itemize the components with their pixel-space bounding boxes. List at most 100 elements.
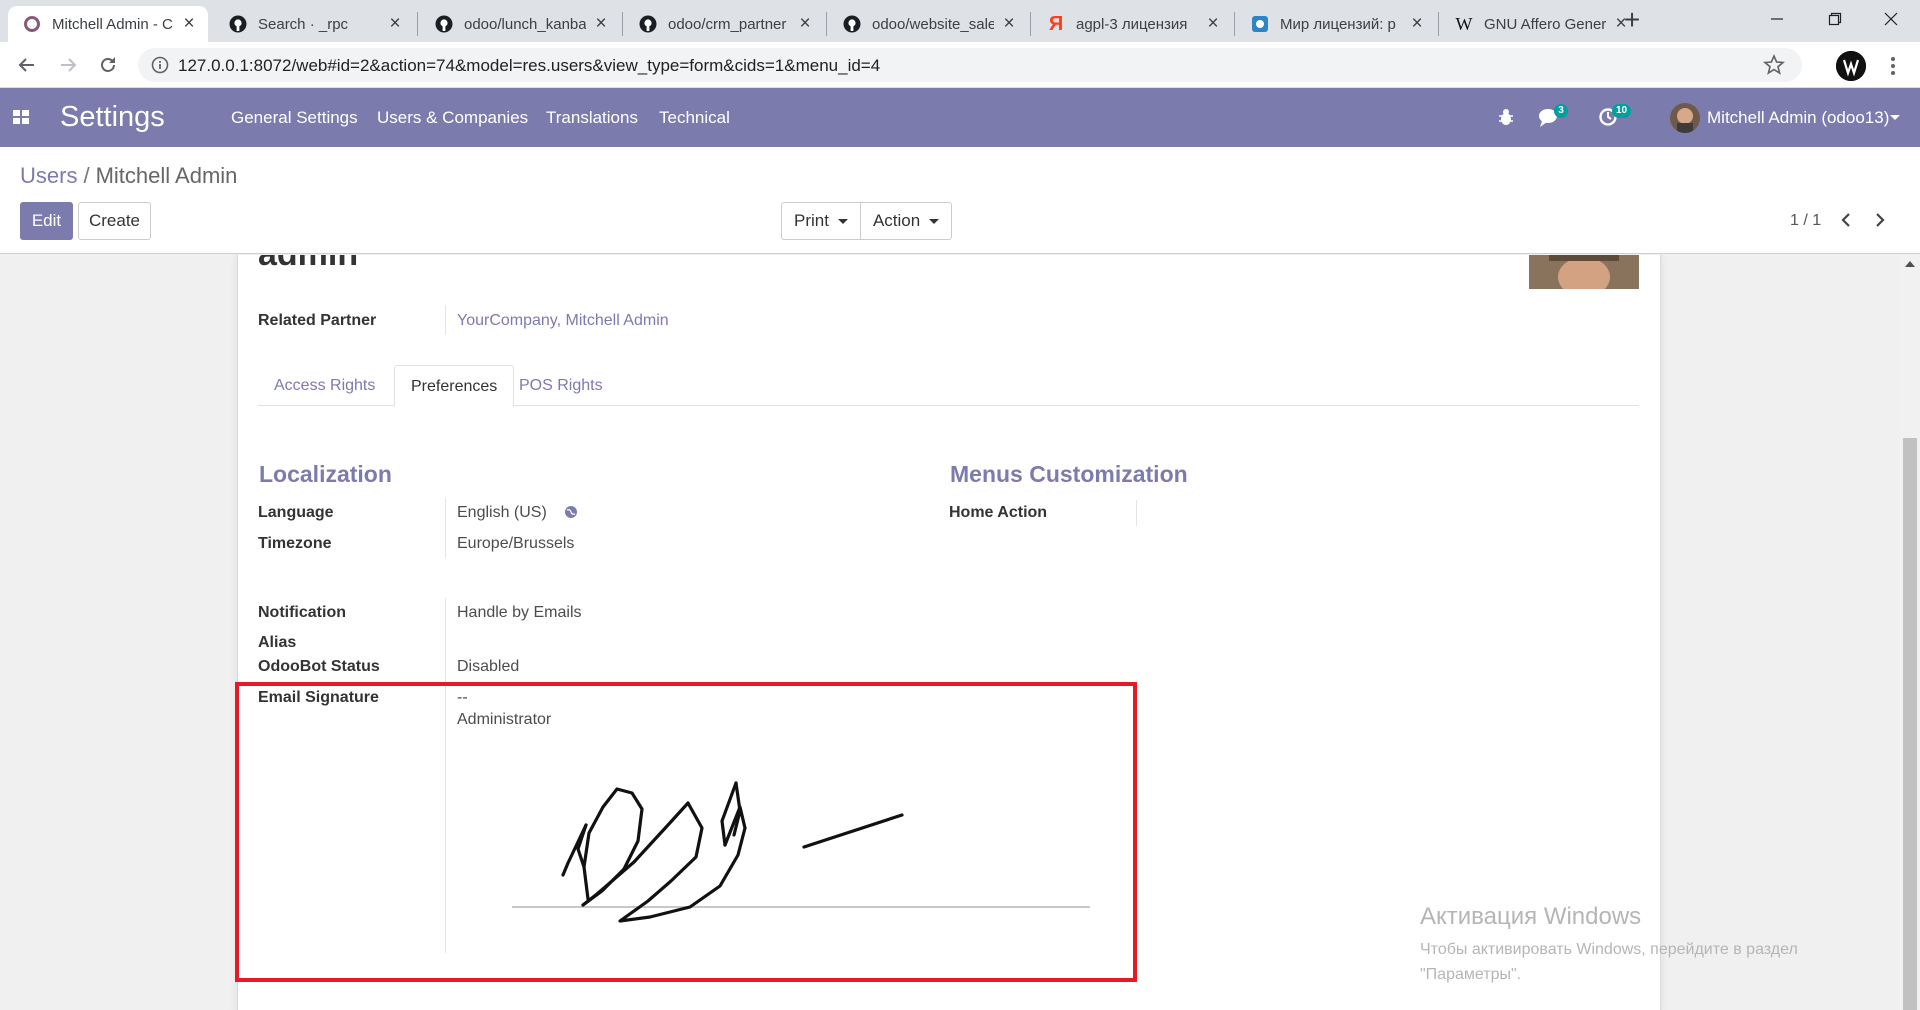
bookmark-star-icon[interactable] (1762, 53, 1786, 77)
localization-heading: Localization (259, 461, 392, 487)
globe-icon[interactable] (564, 505, 578, 519)
address-bar[interactable]: 127.0.0.1:8072/web#id=2&action=74&model=… (138, 48, 1802, 82)
site-icon (1250, 14, 1270, 34)
github-icon (842, 14, 862, 34)
github-icon (228, 14, 248, 34)
arrow-right-icon (61, 58, 77, 72)
browser-tab-gnu-affero[interactable]: W GNU Affero Gener × (1440, 6, 1640, 42)
browser-menu-button[interactable] (1883, 51, 1903, 81)
action-dropdown[interactable]: Action (859, 203, 951, 239)
info-icon[interactable] (150, 55, 170, 75)
browser-tab-agpl-yandex[interactable]: Я agpl-3 лицензия × (1032, 6, 1232, 42)
arrow-left-icon (18, 58, 34, 72)
caret-down-icon (929, 218, 940, 224)
field-divider (445, 498, 446, 558)
browser-tab-github-search[interactable]: Search · _rpc × (214, 6, 414, 42)
new-tab-button[interactable]: + (1617, 6, 1647, 36)
menu-translations[interactable]: Translations (546, 108, 638, 128)
timezone-value: Europe/Brussels (457, 535, 575, 552)
vertical-scrollbar[interactable] (1900, 255, 1920, 1010)
print-dropdown[interactable]: Print (782, 203, 860, 239)
odoo-main-navbar: Settings General Settings Users & Compan… (0, 88, 1920, 147)
language-label: Language (258, 504, 334, 521)
related-partner-link[interactable]: YourCompany, Mitchell Admin (457, 312, 669, 330)
profile-avatar[interactable] (1836, 51, 1866, 81)
user-avatar[interactable] (1670, 103, 1700, 133)
wikipedia-icon: W (1455, 13, 1473, 34)
activities-count-badge: 10 (1612, 104, 1632, 118)
browser-tab-title: Search · _rpc (258, 15, 349, 33)
tab-divider (1030, 12, 1031, 36)
menu-users-companies[interactable]: Users & Companies (377, 108, 528, 128)
browser-tab-lunch-kanban[interactable]: odoo/lunch_kanba × (420, 6, 620, 42)
back-button[interactable] (12, 50, 42, 80)
menus-customization-heading: Menus Customization (950, 461, 1188, 487)
debug-bug-icon[interactable] (1497, 105, 1515, 129)
chevron-right-icon[interactable] (1870, 209, 1890, 231)
github-icon (434, 14, 454, 34)
tab-pos-rights[interactable]: POS Rights (503, 365, 619, 406)
browser-tab-odoo[interactable]: Mitchell Admin - C × (8, 6, 208, 42)
breadcrumb: Users / Mitchell Admin (20, 163, 237, 189)
edit-button[interactable]: Edit (20, 202, 73, 240)
user-photo-image (1529, 255, 1639, 289)
apps-grid-icon[interactable] (12, 108, 30, 126)
browser-tab-title: agpl-3 лицензия (1076, 15, 1188, 33)
close-icon[interactable]: × (1408, 14, 1426, 33)
language-value: English (US) (457, 504, 547, 521)
control-panel: Users / Mitchell Admin Edit Create Print A… (0, 147, 1920, 254)
close-icon[interactable]: × (592, 14, 610, 33)
windows-activation-text: Чтобы активировать Windows, перейдите в … (1420, 937, 1798, 987)
browser-toolbar: 127.0.0.1:8072/web#id=2&action=74&model=… (0, 42, 1920, 88)
messages-count-badge: 3 (1554, 104, 1568, 118)
close-icon[interactable]: × (386, 14, 404, 33)
tab-divider (622, 12, 623, 36)
breadcrumb-current: Mitchell Admin (95, 163, 238, 188)
tab-access-rights[interactable]: Access Rights (258, 365, 391, 406)
pager-value[interactable]: 1 / 1 (1790, 212, 1821, 230)
browser-tab-strip: Mitchell Admin - C × Search · _rpc × odo… (0, 0, 1920, 42)
close-icon[interactable]: × (180, 14, 198, 33)
restore-icon (1828, 12, 1842, 26)
minimize-button[interactable] (1748, 0, 1806, 38)
yandex-icon: Я (1048, 12, 1064, 35)
windows-activation-title: Активация Windows (1420, 903, 1642, 930)
tab-divider (826, 12, 827, 36)
close-window-button[interactable] (1862, 0, 1920, 38)
alias-label: Alias (258, 634, 297, 651)
browser-tab-licenses[interactable]: Мир лицензий: р × (1236, 6, 1436, 42)
browser-tab-crm-partner[interactable]: odoo/crm_partner × (624, 6, 824, 42)
odoo-icon (22, 14, 42, 34)
scroll-up-arrow-icon[interactable] (1905, 261, 1915, 267)
odoobot-status-label: OdooBot Status (258, 658, 380, 675)
tab-preferences[interactable]: Preferences (394, 365, 515, 407)
user-menu[interactable]: Mitchell Admin (odoo13) (1707, 108, 1889, 128)
user-photo[interactable] (1529, 255, 1639, 289)
user-login-title: admin (258, 255, 358, 274)
forward-button[interactable] (53, 50, 83, 80)
url-text[interactable]: 127.0.0.1:8072/web#id=2&action=74&model=… (178, 56, 880, 76)
app-title[interactable]: Settings (60, 101, 165, 134)
close-icon[interactable]: × (1000, 14, 1018, 33)
tab-divider (1234, 12, 1235, 36)
field-divider (1136, 500, 1137, 526)
restore-button[interactable] (1806, 0, 1864, 38)
windows-activation-line-1: Чтобы активировать Windows, перейдите в … (1420, 941, 1798, 958)
tab-divider (417, 12, 418, 36)
browser-tab-website-sale[interactable]: odoo/website_sale × (828, 6, 1028, 42)
home-action-label: Home Action (949, 504, 1048, 521)
browser-tab-title: odoo/website_sale (872, 15, 994, 33)
user-photo-icon (1670, 103, 1700, 133)
scrollbar-thumb[interactable] (1903, 438, 1917, 1010)
create-button[interactable]: Create (78, 202, 151, 240)
highlight-box (235, 682, 1137, 982)
chevron-left-icon[interactable] (1836, 209, 1856, 231)
field-divider (445, 305, 446, 335)
menu-general-settings[interactable]: General Settings (231, 108, 358, 128)
caret-down-icon[interactable] (1890, 115, 1900, 120)
menu-technical[interactable]: Technical (659, 108, 730, 128)
close-icon[interactable]: × (1204, 14, 1222, 33)
close-icon[interactable]: × (796, 14, 814, 33)
reload-button[interactable] (93, 50, 123, 80)
breadcrumb-users-link[interactable]: Users (20, 163, 77, 188)
